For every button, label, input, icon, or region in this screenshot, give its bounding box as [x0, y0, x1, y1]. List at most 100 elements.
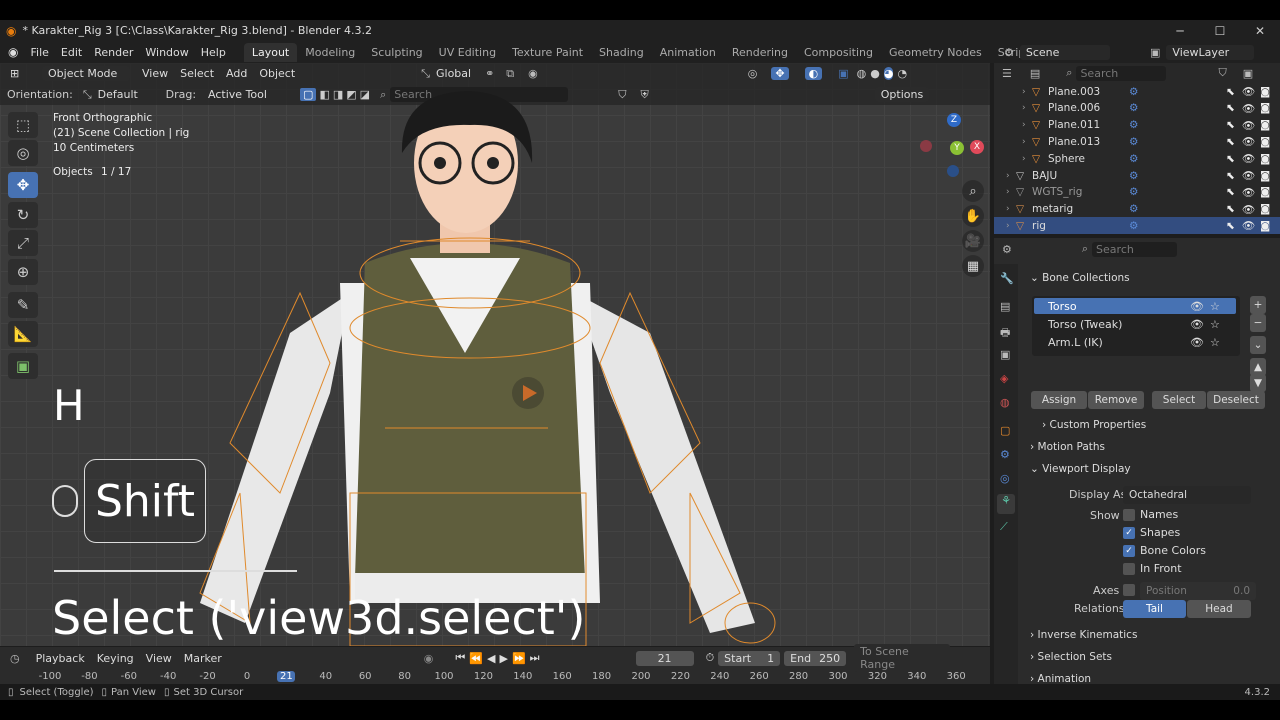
deselect-button[interactable]: Deselect — [1207, 391, 1265, 409]
render-tab-icon[interactable]: ▤ — [1000, 300, 1010, 313]
select-arrow-icon[interactable]: ⬉ — [1226, 136, 1235, 148]
next-keyframe-icon[interactable]: ⏩ — [512, 652, 526, 665]
gizmo-y[interactable]: Y — [950, 141, 964, 155]
view-layer-selector[interactable]: ViewLayer — [1166, 44, 1255, 60]
eye-icon[interactable]: 👁 — [1242, 219, 1255, 232]
new-collection-icon[interactable]: ▣ — [1243, 67, 1253, 80]
shapes-checkbox[interactable]: ✓ Shapes — [1123, 526, 1180, 539]
expand-icon[interactable]: › — [1022, 87, 1026, 97]
eye-icon[interactable]: 👁 — [1242, 186, 1255, 199]
custom-properties-panel[interactable]: › Custom Properties — [1042, 419, 1146, 431]
menu-file[interactable]: File — [24, 46, 54, 59]
display-mode-icon[interactable]: ▤ — [1030, 67, 1040, 80]
eye-icon[interactable]: 👁 — [1242, 135, 1255, 148]
jump-start-icon[interactable]: ⏮ — [455, 651, 465, 665]
eye-icon[interactable]: 👁 — [1242, 119, 1255, 132]
render-camera-icon[interactable]: ◙ — [1260, 102, 1270, 114]
close-icon[interactable]: ✕ — [1240, 20, 1280, 41]
gizmo-neg-x[interactable] — [920, 140, 932, 152]
play-reverse-icon[interactable]: ◀ — [487, 652, 495, 665]
jump-end-icon[interactable]: ⏭ — [530, 651, 540, 665]
menu-render[interactable]: Render — [88, 46, 139, 59]
remove-button[interactable]: Remove — [1088, 391, 1144, 409]
tab-shading[interactable]: Shading — [591, 43, 652, 62]
transform-tool[interactable]: ⊕ — [8, 259, 38, 285]
outliner-row[interactable]: › ▽ rig ⚙ ⬉ 👁 ◙ — [994, 217, 1280, 235]
inverse-kinematics-panel[interactable]: › Inverse Kinematics — [1030, 629, 1137, 641]
navigation-gizmo[interactable]: Z Y X — [920, 113, 984, 177]
menu-marker[interactable]: Marker — [178, 651, 228, 666]
select-button[interactable]: Select — [1152, 391, 1206, 409]
outliner-row[interactable]: › ▽ metarig ⚙ ⬉ 👁 ◙ — [994, 201, 1280, 218]
render-camera-icon[interactable]: ◙ — [1260, 170, 1270, 182]
select-arrow-icon[interactable]: ⬉ — [1226, 102, 1235, 114]
select-arrow-icon[interactable]: ⬉ — [1226, 203, 1235, 215]
eye-icon[interactable]: 👁 — [1190, 318, 1204, 331]
properties-search-input[interactable]: Search — [1092, 241, 1178, 257]
record-icon[interactable]: ◉ — [424, 652, 434, 665]
scene-selector[interactable]: Scene — [1019, 44, 1110, 60]
grid-view-icon[interactable]: ▦ — [962, 255, 984, 277]
tab-layout[interactable]: Layout — [243, 42, 298, 62]
blender-menu-icon[interactable]: ◉ — [0, 45, 24, 59]
star-icon[interactable]: ☆ — [1210, 318, 1220, 331]
scene-tab-icon[interactable]: ◈ — [1000, 372, 1008, 385]
star-icon[interactable]: ☆ — [1210, 300, 1220, 313]
menu-playback[interactable]: Playback — [30, 651, 91, 666]
eye-icon[interactable]: 👁 — [1242, 102, 1255, 115]
selection-sets-panel[interactable]: › Selection Sets — [1030, 651, 1112, 663]
gizmo-x[interactable]: X — [970, 140, 984, 154]
outliner-row[interactable]: › ▽ WGTS_rig ⚙ ⬉ 👁 ◙ — [994, 184, 1280, 201]
remove-collection-button[interactable]: − — [1250, 314, 1266, 332]
eye-icon[interactable]: 👁 — [1242, 203, 1255, 216]
minimize-icon[interactable]: ─ — [1160, 20, 1200, 41]
outliner-row[interactable]: › ▽ BAJU ⚙ ⬉ 👁 ◙ — [994, 167, 1280, 184]
end-frame-field[interactable]: End 250 — [784, 650, 847, 666]
menu-help[interactable]: Help — [195, 46, 232, 59]
eye-icon[interactable]: 👁 — [1190, 336, 1204, 349]
menu-window[interactable]: Window — [139, 46, 194, 59]
outliner-row[interactable]: › ▽ Plane.013 ⚙ ⬉ 👁 ◙ — [994, 133, 1280, 150]
output-tab-icon[interactable]: 🖶 — [1000, 324, 1010, 343]
current-frame-field[interactable]: 21 — [635, 650, 694, 666]
list-item[interactable]: Arm.L (IK) 👁 ☆ — [1034, 334, 1236, 350]
render-camera-icon[interactable]: ◙ — [1260, 86, 1270, 98]
scene-range-button[interactable]: To Scene Range — [854, 644, 951, 672]
render-camera-icon[interactable]: ◙ — [1260, 186, 1270, 198]
tab-texture-paint[interactable]: Texture Paint — [504, 43, 591, 62]
armature-tab-icon[interactable]: ⚘ — [997, 494, 1015, 514]
physics-tab-icon[interactable]: ◎ — [1000, 472, 1010, 485]
measure-tool[interactable]: 📐 — [8, 321, 38, 347]
render-camera-icon[interactable]: ◙ — [1260, 136, 1270, 148]
prev-keyframe-icon[interactable]: ⏪ — [469, 652, 483, 665]
render-camera-icon[interactable]: ◙ — [1260, 119, 1270, 131]
eye-icon[interactable]: 👁 — [1242, 152, 1255, 165]
eye-icon[interactable]: 👁 — [1242, 169, 1255, 182]
head-button[interactable]: Head — [1187, 600, 1251, 618]
start-frame-field[interactable]: Start 1 — [718, 650, 781, 666]
axes-checkbox[interactable] — [1123, 583, 1140, 596]
select-arrow-icon[interactable]: ⬉ — [1226, 186, 1235, 198]
select-arrow-icon[interactable]: ⬉ — [1226, 119, 1235, 131]
view-layer-tab-icon[interactable]: ▣ — [1000, 348, 1010, 361]
play-icon[interactable]: ▶ — [499, 652, 507, 665]
render-camera-icon[interactable]: ◙ — [1260, 220, 1270, 232]
star-icon[interactable]: ☆ — [1210, 336, 1220, 349]
expand-icon[interactable]: › — [1022, 137, 1026, 147]
select-arrow-icon[interactable]: ⬉ — [1226, 170, 1235, 182]
tab-animation[interactable]: Animation — [652, 43, 724, 62]
eye-icon[interactable]: 👁 — [1190, 300, 1204, 313]
tab-compositing[interactable]: Compositing — [796, 43, 881, 62]
gizmo-neg-z[interactable] — [947, 165, 959, 177]
bone-collections-header[interactable]: ⌄ Bone Collections — [1030, 272, 1130, 284]
tail-button[interactable]: Tail — [1123, 600, 1186, 618]
display-as-dropdown[interactable]: Octahedral — [1123, 486, 1251, 504]
cursor-tool[interactable]: ◎ — [8, 140, 38, 166]
annotate-tool[interactable]: ✎ — [8, 292, 38, 318]
list-item[interactable]: Torso (Tweak) 👁 ☆ — [1034, 316, 1236, 332]
gizmo-z[interactable]: Z — [947, 113, 961, 127]
camera-icon[interactable]: 🎥 — [962, 230, 984, 252]
menu-keying[interactable]: Keying — [91, 651, 140, 666]
select-box-tool[interactable]: ⬚ — [8, 112, 38, 138]
3d-viewport[interactable]: ⊞ Object Mode View Select Add Object ⤡ G… — [0, 63, 990, 646]
